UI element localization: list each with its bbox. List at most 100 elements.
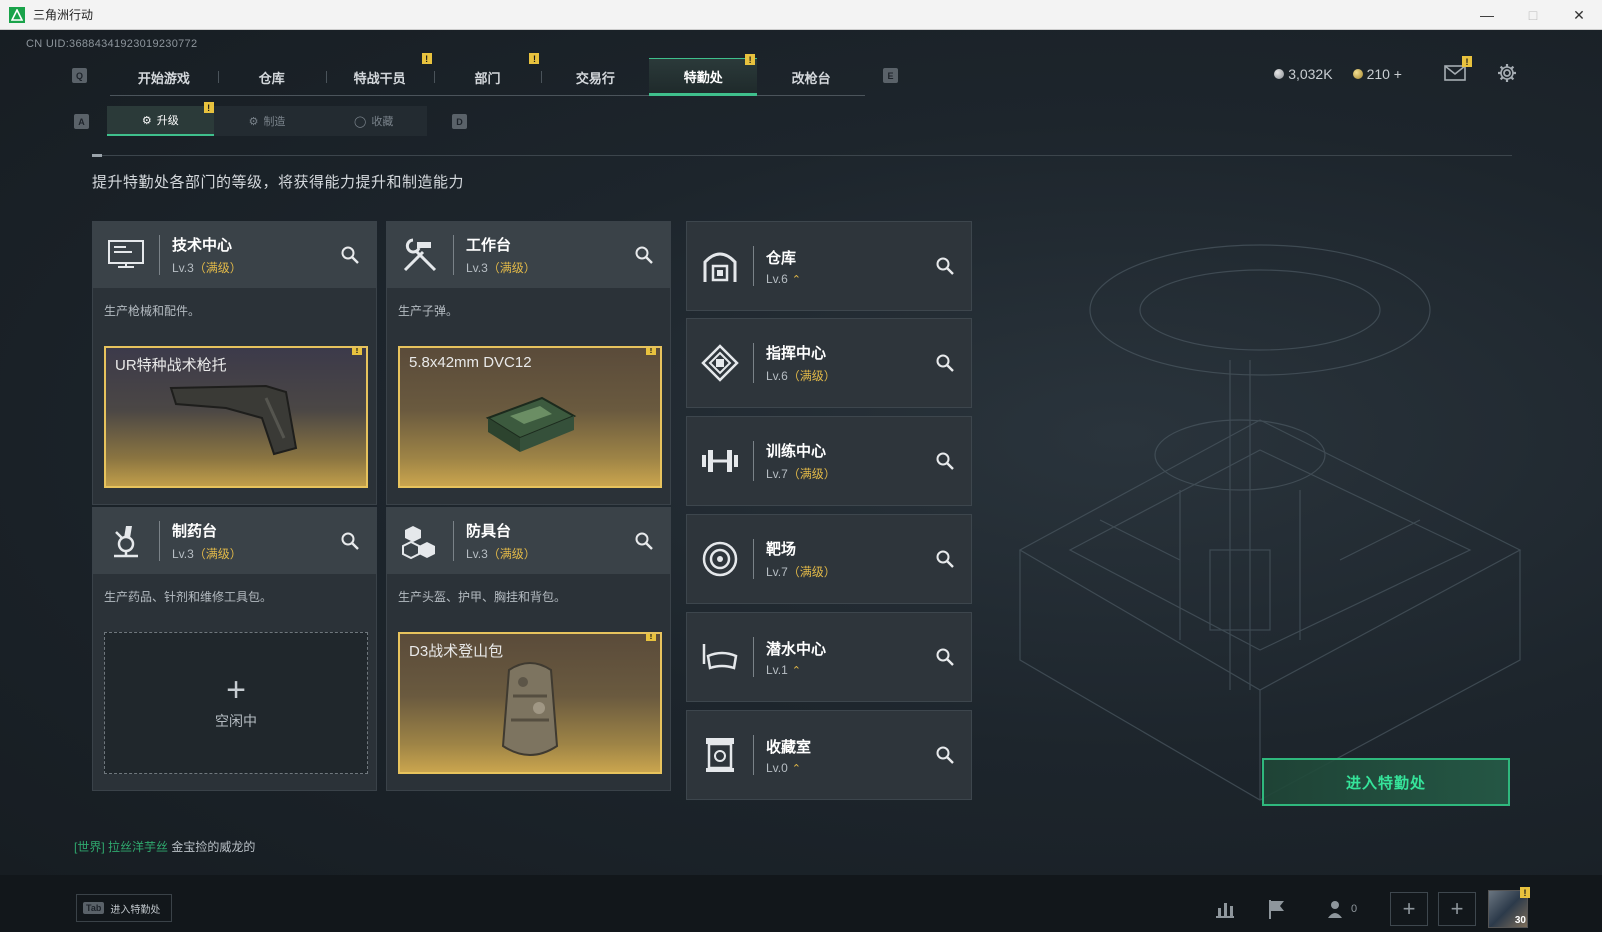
search-icon[interactable] [935,353,955,373]
notification-badge: ! [421,53,432,64]
workshop-description: 生产子弹。 [398,304,459,318]
gear-icon[interactable] [1494,62,1520,84]
building-card-warehouse[interactable]: 仓库 Lv.6 ⌃ [686,221,972,311]
stats-chart-icon[interactable] [1212,896,1238,922]
notification-badge: ! [745,54,756,65]
production-slot[interactable]: UR特种战术枪托 ! [104,346,368,488]
chat-message: 金宝捡的威龙的 [171,840,256,854]
workshop-description: 生产头盔、护甲、胸挂和背包。 [398,590,567,604]
add-teammate-button[interactable]: + [1438,892,1476,926]
tab-start-game[interactable]: 开始游戏 [110,58,218,96]
tab-label: 开始游戏 [137,70,190,86]
workshop-name: 技术中心 [172,237,233,254]
divider [92,155,1512,156]
search-icon[interactable] [935,549,955,569]
max-level-label: （满级） [487,547,536,561]
empty-production-slot[interactable]: + 空闲中 [104,632,368,774]
workshop-level: Lv.3（满级） [172,259,242,276]
main-nav: 开始游戏 仓库 特战干员! 部门! 交易行 特勤处! 改枪台 [110,53,865,96]
building-card-collection-room[interactable]: 收藏室 Lv.0 ⌃ [686,710,972,800]
minimize-button[interactable]: — [1464,0,1510,30]
tab-department[interactable]: 部门! [433,53,542,96]
search-icon[interactable] [340,531,360,551]
production-slot[interactable]: 5.8x42mm DVC12 ! [398,346,662,488]
workshop-card-workbench[interactable]: 工作台 Lv.3（满级） 生产子弹。 5.8x42mm DVC12 ! [386,221,671,505]
enter-special-ops-button[interactable]: 进入特勤处 [1262,758,1510,806]
key-hint-d: D [452,114,467,129]
avatar[interactable]: ! 30 [1488,887,1530,928]
workshop-level: Lv.3（满级） [172,545,242,562]
building-card-diving-center[interactable]: 潜水中心 Lv.1 ⌃ [686,612,972,702]
building-card-training-center[interactable]: 训练中心 Lv.7（满级） [686,416,972,506]
card-header: 防具台 Lv.3（满级） [387,508,670,574]
friends-icon [1327,901,1342,918]
subtab-collection[interactable]: ◯ 收藏 [320,106,428,136]
tab-operators[interactable]: 特战干员! [325,53,434,96]
search-icon[interactable] [935,745,955,765]
friends-button[interactable]: 0 [1320,896,1364,922]
building-card-command-center[interactable]: 指挥中心 Lv.6（满级） [686,318,972,408]
production-slot[interactable]: D3战术登山包 ! [398,632,662,774]
level-text: Lv.7 [766,565,788,579]
mail-icon[interactable]: ! [1442,56,1472,84]
max-level-label: （满级） [487,261,536,275]
sub-nav: ⚙ 升级 ! ⚙ 制造 ◯ 收藏 [107,102,428,136]
tab-warehouse[interactable]: 仓库 [217,58,326,96]
max-level-label: （满级） [787,565,836,579]
dumbbell-icon [687,416,753,506]
workshop-card-armor[interactable]: 防具台 Lv.3（满级） 生产头盔、护甲、胸挂和背包。 D3战术登山包 ! [386,507,671,791]
avatar-level: 30 [1514,915,1526,926]
plus-icon: + [226,671,246,709]
chat-line[interactable]: [世界] 拉丝洋芋丝 金宝捡的威龙的 [74,838,255,855]
building-level: Lv.6 ⌃ [766,272,801,286]
idle-label: 空闲中 [215,713,257,729]
warehouse-icon [687,221,753,311]
backpack-icon [501,662,559,756]
workshop-card-pharmacy[interactable]: 制药台 Lv.3（满级） 生产药品、针剂和维修工具包。 + 空闲中 [92,507,377,791]
building-name: 指挥中心 [766,345,827,362]
max-level-label: （满级） [193,547,242,561]
tab-trading[interactable]: 交易行 [541,58,649,96]
friends-count: 0 [1350,903,1358,915]
collection-icon: ◯ [354,115,367,128]
tab-gunsmith[interactable]: 改枪台 [757,58,865,96]
workshop-description: 生产枪械和配件。 [104,304,201,318]
search-icon[interactable] [634,531,654,551]
tab-shortcut-hint[interactable]: Tab 进入特勤处 [76,894,172,922]
search-icon[interactable] [634,245,654,265]
search-icon[interactable] [935,256,955,276]
separator [753,343,754,383]
gold-coin-icon [1352,69,1363,79]
add-teammate-button[interactable]: + [1390,892,1428,926]
subtab-craft[interactable]: ⚙ 制造 [213,106,321,136]
separator [753,735,754,775]
search-icon[interactable] [935,451,955,471]
chat-username[interactable]: 拉丝洋芋丝 [108,840,168,854]
chat-channel: [世界] [74,840,105,854]
maximize-button[interactable]: □ [1510,0,1556,30]
tab-special-ops[interactable]: 特勤处! [649,54,758,96]
gold-currency[interactable]: 210 + [1352,66,1402,82]
separator [159,235,160,275]
product-name: D3战术登山包 [409,643,504,660]
search-icon[interactable] [935,647,955,667]
silver-currency: 3,032K [1274,66,1333,82]
divider-marker [92,154,102,157]
building-card-shooting-range[interactable]: 靶场 Lv.7（满级） [686,514,972,604]
tab-key: Tab [83,902,105,914]
search-icon[interactable] [340,245,360,265]
tab-label: 特勤处 [683,69,723,85]
flag-icon[interactable] [1264,896,1290,922]
workshop-card-tech-center[interactable]: 技术中心 Lv.3（满级） 生产枪械和配件。 UR特种战术枪托 ! [92,221,377,505]
tab-label: 特战干员 [353,70,406,86]
key-hint-e: E [883,68,898,83]
subtab-upgrade[interactable]: ⚙ 升级 ! [107,102,214,136]
key-hint-q: Q [72,68,87,83]
currency-bar: 3,032K 210 + [1274,66,1402,82]
command-center-icon [687,318,753,408]
silver-amount: 3,032K [1288,66,1333,82]
subtab-label: 收藏 [371,116,394,128]
close-button[interactable]: ✕ [1556,0,1602,30]
upgrade-icon: ⚙ [141,114,152,127]
card-header: 技术中心 Lv.3（满级） [93,222,376,288]
